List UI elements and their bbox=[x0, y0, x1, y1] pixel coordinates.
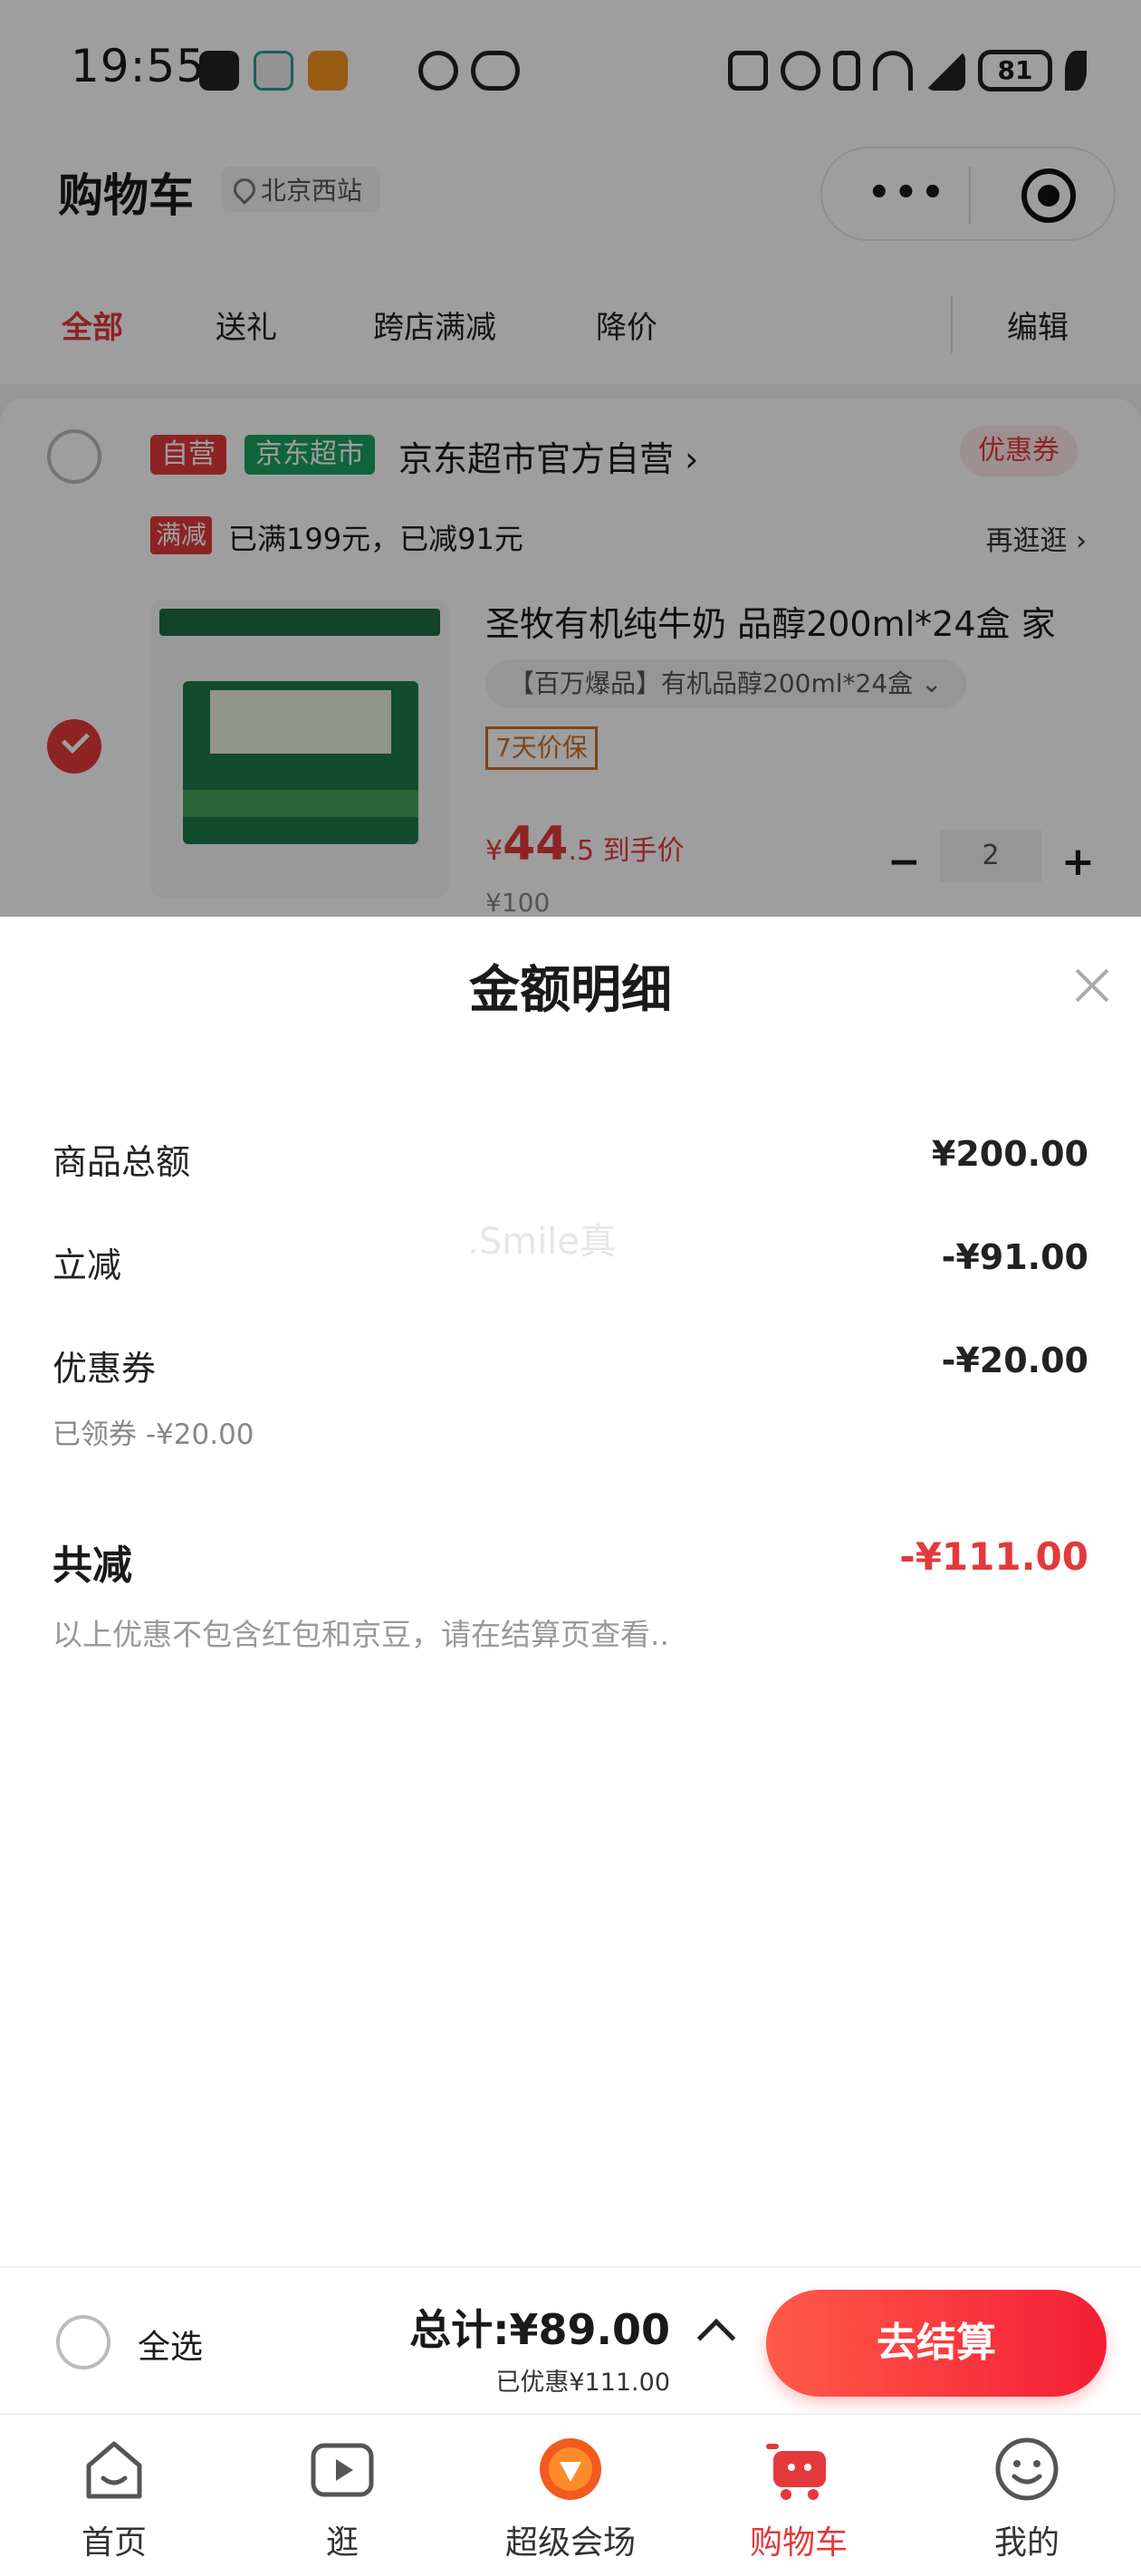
home-icon bbox=[86, 2441, 142, 2499]
coupon-value: -¥20.00 bbox=[941, 1341, 1088, 1380]
discount-disclaimer: 以上优惠不包含红包和京豆，请在结算页查看.. bbox=[53, 1617, 669, 1652]
chevron-up-icon[interactable] bbox=[696, 2318, 736, 2358]
bottom-tab-bar: 首页 逛 超级会场 购物车 我的 bbox=[0, 2413, 1141, 2576]
checkout-bar: 全选 总计:¥89.00 已优惠¥111.00 去结算 bbox=[0, 2266, 1141, 2413]
video-icon bbox=[311, 2443, 374, 2497]
checkout-button[interactable]: 去结算 bbox=[766, 2290, 1107, 2397]
total-discount-value: -¥111.00 bbox=[899, 1534, 1088, 1579]
tabbar-item-explore[interactable]: 逛 bbox=[228, 2415, 456, 2576]
sheet-title: 金额明细 bbox=[469, 961, 672, 1020]
select-all-label[interactable]: 全选 bbox=[138, 2321, 203, 2368]
total-amount: 总计:¥89.00 bbox=[409, 2305, 670, 2354]
instant-discount-value: -¥91.00 bbox=[941, 1237, 1088, 1277]
tabbar-item-home[interactable]: 首页 bbox=[0, 2415, 228, 2576]
select-all-radio[interactable] bbox=[56, 2315, 110, 2369]
subtotal-value: ¥200.00 bbox=[931, 1134, 1088, 1174]
tabbar-label: 购物车 bbox=[749, 2524, 848, 2562]
tabbar-label: 逛 bbox=[325, 2524, 359, 2562]
tabbar-item-cart[interactable]: 购物车 bbox=[685, 2415, 913, 2576]
modal-overlay[interactable] bbox=[0, 0, 1141, 917]
tabbar-item-venue[interactable]: 超级会场 bbox=[456, 2415, 685, 2576]
close-icon[interactable] bbox=[1074, 967, 1110, 1004]
venue-icon bbox=[540, 2438, 601, 2500]
tabbar-label: 我的 bbox=[993, 2524, 1060, 2562]
discount-summary: 已优惠¥111.00 bbox=[495, 2369, 670, 2397]
tabbar-item-profile[interactable]: 我的 bbox=[913, 2415, 1141, 2576]
profile-icon bbox=[995, 2437, 1059, 2501]
instant-discount-label: 立减 bbox=[53, 1245, 122, 1285]
total-discount-label: 共减 bbox=[53, 1543, 132, 1589]
tabbar-label: 超级会场 bbox=[504, 2524, 636, 2562]
coupon-label: 优惠券 bbox=[53, 1349, 157, 1389]
amount-detail-sheet: 金额明细 商品总额 ¥200.00 .Smile真 立减 -¥91.00 优惠券… bbox=[0, 917, 1141, 2266]
cart-icon bbox=[766, 2444, 826, 2500]
watermark-text: .Smile真 bbox=[467, 1221, 616, 1263]
coupon-claimed-note: 已领券 -¥20.00 bbox=[53, 1418, 254, 1451]
tabbar-label: 首页 bbox=[81, 2524, 147, 2562]
subtotal-label: 商品总额 bbox=[53, 1142, 191, 1182]
